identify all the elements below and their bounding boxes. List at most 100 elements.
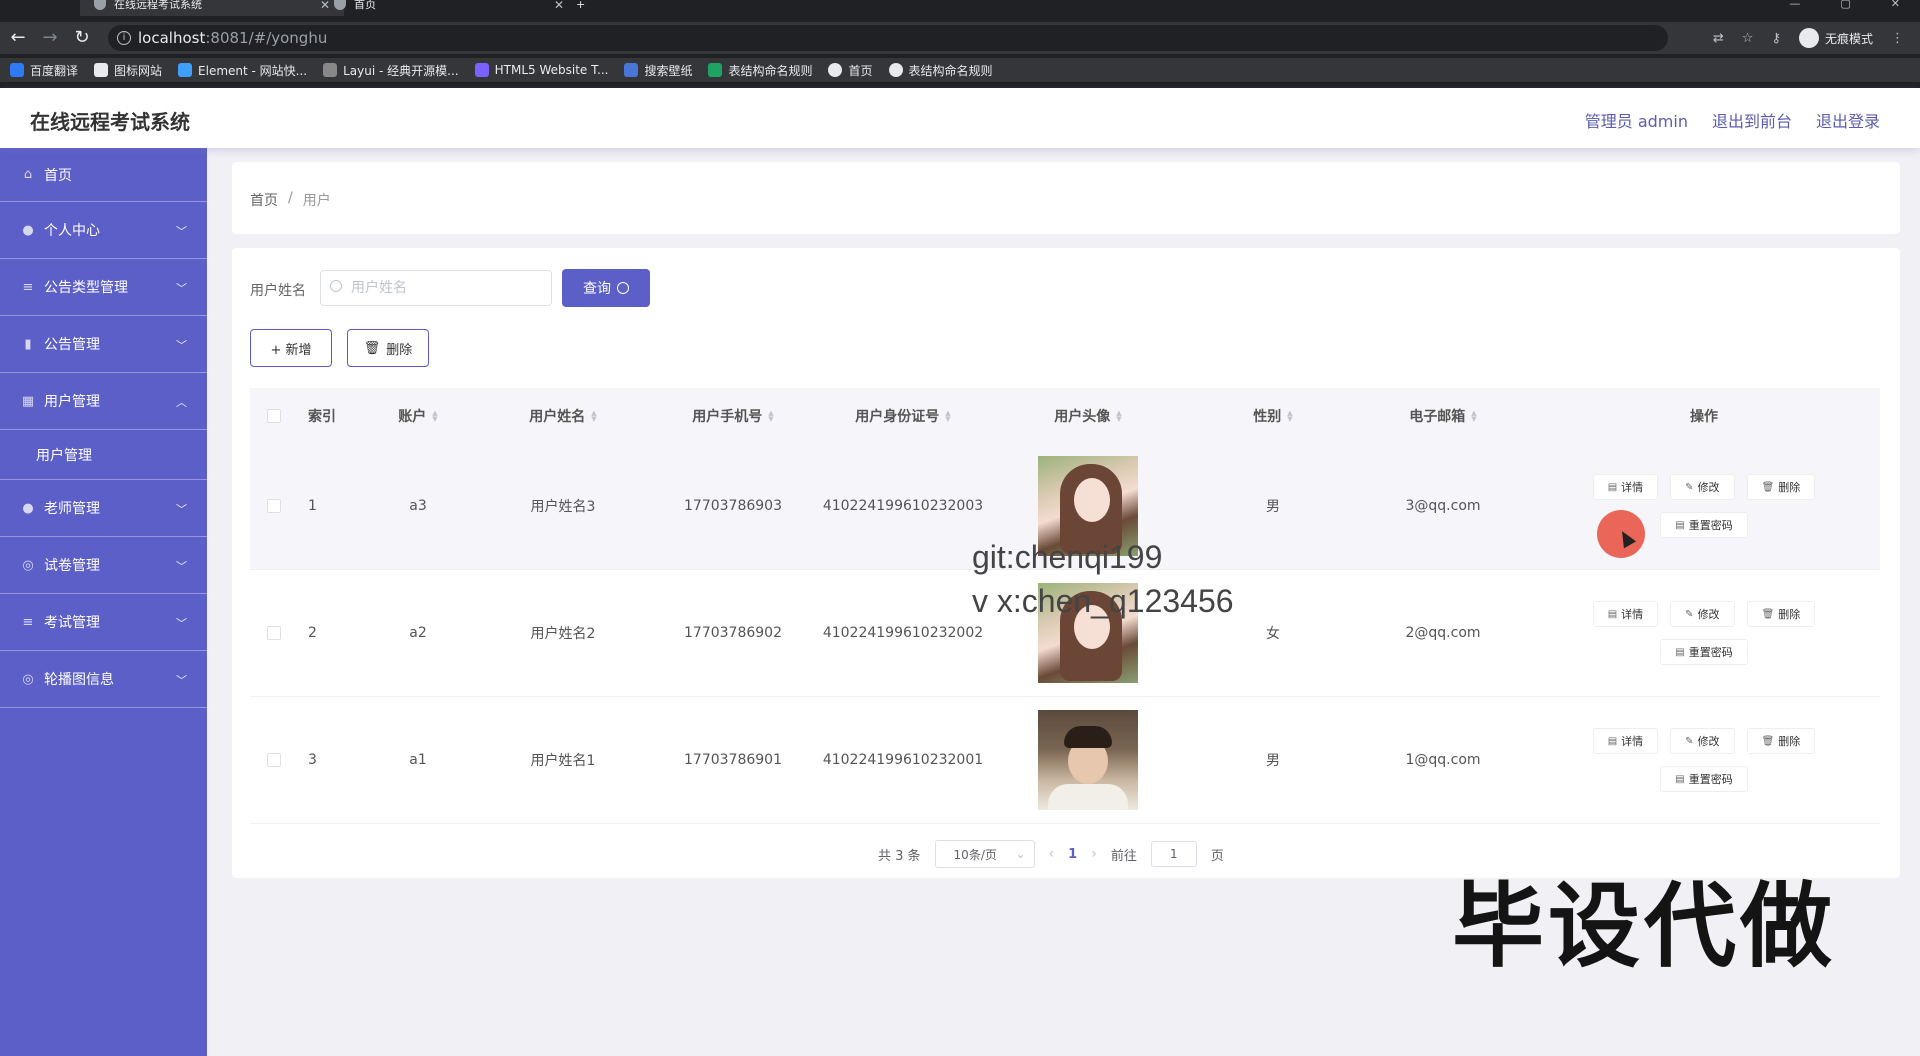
row-checkbox[interactable] bbox=[267, 753, 281, 767]
edit-button[interactable]: ✎ 修改 bbox=[1670, 728, 1735, 754]
address-bar[interactable]: i localhost:8081/#/yonghu bbox=[108, 25, 1668, 51]
row-check-cell bbox=[250, 626, 298, 640]
delete-row-button[interactable]: 🗑 删除 bbox=[1746, 728, 1816, 754]
logout-link[interactable]: 退出登录 bbox=[1816, 108, 1880, 132]
header-name[interactable]: 用户姓名 ▲ ▼ bbox=[478, 406, 648, 426]
sort-icon[interactable]: ▲ ▼ bbox=[591, 409, 596, 422]
sidebar-subitem-users[interactable]: 用户管理 bbox=[0, 430, 207, 480]
reset-password-button[interactable]: ▤ 重置密码 bbox=[1660, 639, 1748, 665]
cell-index: 2 bbox=[308, 625, 317, 641]
sidebar-item-label: 考试管理 bbox=[44, 615, 100, 631]
bookmark-item[interactable]: 搜索壁纸 bbox=[624, 62, 692, 79]
back-icon[interactable]: ← bbox=[6, 26, 30, 50]
select-all-cell bbox=[250, 408, 298, 423]
sidebar-item-label: 用户管理 bbox=[36, 447, 92, 464]
page-number[interactable]: 1 bbox=[1068, 847, 1077, 862]
sort-icon[interactable]: ▲ ▼ bbox=[1116, 409, 1121, 422]
bookmark-item[interactable]: 图标网站 bbox=[94, 62, 162, 79]
minimize-icon[interactable]: — bbox=[1789, 0, 1800, 9]
new-tab-button[interactable]: + bbox=[576, 0, 585, 16]
reset-password-button[interactable]: ▤ 重置密码 bbox=[1660, 766, 1748, 792]
op-label: 详情 bbox=[1621, 608, 1644, 621]
edit-button[interactable]: ✎ 修改 bbox=[1670, 601, 1735, 627]
sort-icon[interactable]: ▲ ▼ bbox=[768, 409, 773, 422]
key-icon[interactable]: ⚷ bbox=[1771, 31, 1781, 46]
sidebar-item-notice-types[interactable]: ≡ 公告类型管理 ﹀ bbox=[0, 259, 207, 316]
window-controls: — ▢ ✕ bbox=[1789, 0, 1900, 9]
close-icon[interactable]: ✕ bbox=[320, 0, 330, 11]
sidebar-item-users[interactable]: ▦ 用户管理 ︿ bbox=[0, 373, 207, 430]
header-account[interactable]: 账户 ▲ ▼ bbox=[358, 406, 478, 426]
forward-icon[interactable]: → bbox=[38, 26, 62, 50]
bookmark-item[interactable]: 百度翻译 bbox=[10, 62, 78, 79]
incognito-indicator[interactable]: 无痕模式 bbox=[1798, 28, 1873, 48]
detail-button[interactable]: ▤ 详情 bbox=[1592, 601, 1659, 627]
prev-page-icon[interactable]: ‹ bbox=[1049, 846, 1055, 862]
select-all-checkbox[interactable] bbox=[267, 408, 281, 423]
avatar[interactable] bbox=[1038, 710, 1138, 810]
tab-exam-system[interactable]: 在线远程考试系统 ✕ bbox=[80, 0, 345, 16]
reload-icon[interactable]: ↻ bbox=[70, 26, 94, 50]
document-icon: ▤ bbox=[1607, 735, 1618, 747]
sort-icon[interactable]: ▲ ▼ bbox=[1287, 409, 1292, 422]
bookmark-item[interactable]: 表结构命名规则 bbox=[708, 62, 812, 79]
exit-to-front-link[interactable]: 退出到前台 bbox=[1712, 108, 1792, 132]
close-icon[interactable]: ✕ bbox=[554, 0, 564, 11]
breadcrumb-home[interactable]: 首页 bbox=[250, 190, 278, 210]
header-email[interactable]: 电子邮箱 ▲ ▼ bbox=[1358, 406, 1528, 426]
maximize-icon[interactable]: ▢ bbox=[1840, 0, 1850, 9]
edit-button[interactable]: ✎ 修改 bbox=[1670, 474, 1735, 500]
row-checkbox[interactable] bbox=[267, 499, 281, 513]
translate-icon[interactable]: ⇄ bbox=[1713, 31, 1724, 46]
next-page-icon[interactable]: › bbox=[1091, 846, 1097, 862]
add-button[interactable]: + 新增 bbox=[250, 329, 332, 367]
sidebar-item-exams[interactable]: ≡ 考试管理 ﹀ bbox=[0, 594, 207, 651]
delete-button[interactable]: 🗑 删除 bbox=[347, 329, 429, 367]
page-size-select[interactable]: 10条/页 ⌄ bbox=[934, 840, 1035, 868]
bookmark-item[interactable]: Element - 网站快... bbox=[178, 62, 307, 79]
page-jump-input[interactable] bbox=[1150, 841, 1197, 867]
sidebar-item-teachers[interactable]: ● 老师管理 ﹀ bbox=[0, 480, 207, 537]
star-icon[interactable]: ☆ bbox=[1742, 31, 1754, 46]
bookmark-item[interactable]: HTML5 Website T... bbox=[474, 63, 608, 77]
promo-text: 毕设代做 bbox=[1452, 873, 1837, 980]
info-icon[interactable]: i bbox=[117, 31, 131, 45]
avatar-face bbox=[1074, 478, 1110, 522]
sidebar-item-notices[interactable]: ▮ 公告管理 ﹀ bbox=[0, 316, 207, 373]
sidebar-item-label: 试卷管理 bbox=[44, 558, 100, 574]
sidebar-item-profile[interactable]: ● 个人中心 ﹀ bbox=[0, 202, 207, 259]
table-row[interactable]: 3 a1 用户姓名1 17703786901 41022419961023200… bbox=[250, 697, 1880, 824]
cell-gender: 女 bbox=[1266, 626, 1280, 642]
document-icon: ▤ bbox=[1607, 608, 1618, 620]
reset-password-button[interactable]: ▤ 重置密码 bbox=[1660, 512, 1748, 538]
header-avatar[interactable]: 用户头像 ▲ ▼ bbox=[988, 406, 1188, 426]
menu-dots-icon[interactable]: ⋮ bbox=[1891, 31, 1904, 46]
sidebar-item-home[interactable]: ⌂ 首页 bbox=[0, 148, 207, 202]
detail-button[interactable]: ▤ 详情 bbox=[1592, 728, 1659, 754]
query-button[interactable]: 查询 bbox=[562, 269, 650, 307]
op-label: 重置密码 bbox=[1688, 519, 1733, 532]
element-icon bbox=[178, 63, 193, 77]
tab-home[interactable]: 首页 ✕ bbox=[334, 0, 564, 16]
home-icon: ⌂ bbox=[23, 167, 33, 182]
sort-icon[interactable]: ▲ ▼ bbox=[1471, 409, 1476, 422]
detail-button[interactable]: ▤ 详情 bbox=[1592, 474, 1659, 500]
bookmark-item[interactable]: 首页 bbox=[828, 62, 873, 79]
delete-row-button[interactable]: 🗑 删除 bbox=[1746, 601, 1816, 627]
sort-icon[interactable]: ▲ ▼ bbox=[945, 409, 950, 422]
delete-row-button[interactable]: 🗑 删除 bbox=[1746, 474, 1816, 500]
chevron-up-icon: ︿ bbox=[176, 396, 187, 409]
bookmark-item[interactable]: 表结构命名规则 bbox=[888, 62, 993, 79]
row-checkbox[interactable] bbox=[267, 626, 281, 640]
header-gender[interactable]: 性别 ▲ ▼ bbox=[1188, 406, 1358, 426]
header-id-card[interactable]: 用户身份证号 ▲ ▼ bbox=[818, 406, 988, 426]
bookmark-item[interactable]: Layui - 经典开源模... bbox=[323, 62, 459, 79]
trash-icon: 🗑 bbox=[1761, 608, 1775, 620]
sidebar-item-papers[interactable]: ◎ 试卷管理 ﹀ bbox=[0, 537, 207, 594]
sort-icon[interactable]: ▲ ▼ bbox=[432, 409, 437, 422]
admin-label: 管理员 admin bbox=[1584, 112, 1688, 131]
header-phone[interactable]: 用户手机号 ▲ ▼ bbox=[648, 406, 818, 426]
search-input[interactable] bbox=[320, 270, 552, 306]
close-window-icon[interactable]: ✕ bbox=[1891, 0, 1900, 9]
sidebar-item-carousel[interactable]: ◎ 轮播图信息 ﹀ bbox=[0, 651, 207, 708]
